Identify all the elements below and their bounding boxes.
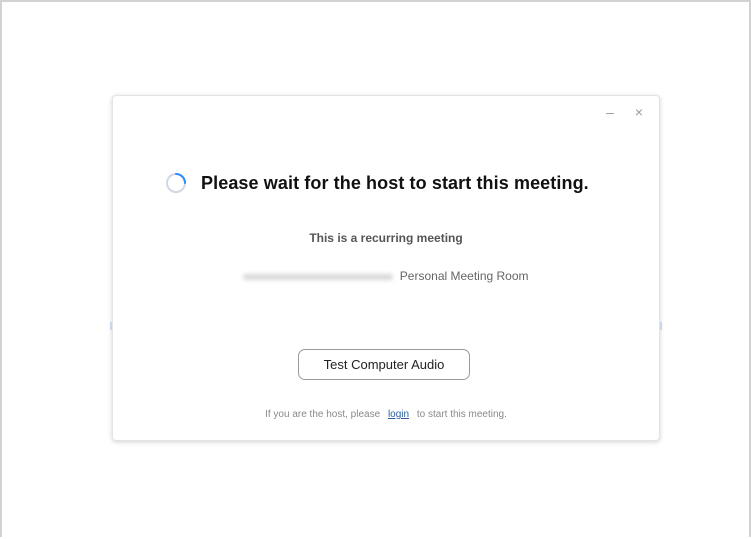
close-icon: ×	[634, 104, 644, 120]
left-edge-marker	[110, 322, 112, 330]
page-title: Please wait for the host to start this m…	[201, 172, 589, 193]
close-button[interactable]: ×	[632, 105, 646, 119]
minimize-icon: –	[606, 104, 614, 120]
footer-suffix: to start this meeting.	[416, 409, 507, 420]
right-edge-marker	[660, 322, 662, 330]
status-row: Please wait for the host to start this m…	[165, 169, 589, 197]
loading-spinner-icon	[166, 173, 186, 193]
redacted-host-name	[243, 273, 394, 280]
minimize-button[interactable]: –	[603, 105, 617, 119]
test-computer-audio-button[interactable]: Test Computer Audio	[298, 349, 470, 380]
footer-prefix: If you are the host, please	[265, 409, 381, 420]
recurring-meeting-label: This is a recurring meeting	[309, 231, 463, 245]
meeting-room-line: Personal Meeting Room	[113, 269, 659, 283]
login-link[interactable]: login	[388, 409, 409, 420]
waiting-dialog: – × Please wait for the host to start th…	[110, 95, 662, 441]
host-login-hint: If you are the host, please login to sta…	[113, 409, 659, 420]
meeting-room-label: Personal Meeting Room	[399, 269, 529, 283]
